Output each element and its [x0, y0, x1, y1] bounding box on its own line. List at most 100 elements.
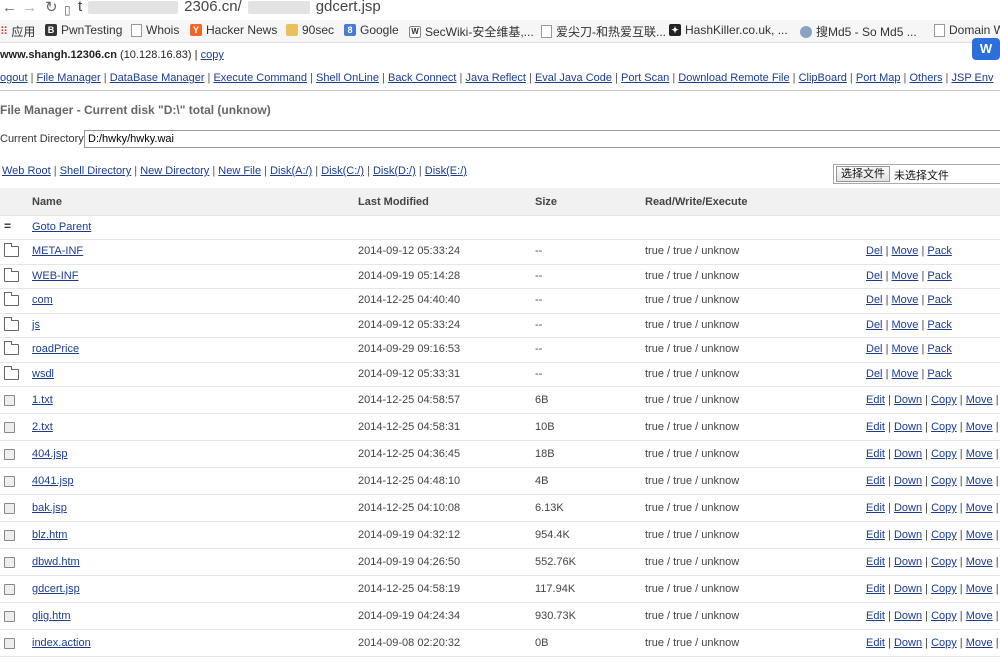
action-copy-link[interactable]: Copy — [931, 502, 957, 514]
action-edit-link[interactable]: Edit — [866, 475, 885, 487]
folder-name-link[interactable]: WEB-INF — [32, 270, 78, 282]
action-pack-link[interactable]: Pack — [927, 245, 951, 257]
action-edit-link[interactable]: Edit — [866, 394, 885, 406]
action-edit-link[interactable]: Edit — [866, 556, 885, 568]
menu-file-manager[interactable]: File Manager — [37, 72, 101, 84]
action-edit-link[interactable]: Edit — [866, 583, 885, 595]
bookmark-somd5[interactable]: 搜Md5 - So Md5 ... — [800, 23, 917, 40]
action-move-link[interactable]: Move — [966, 421, 993, 433]
action-copy-link[interactable]: Copy — [931, 610, 957, 622]
disk-e-link[interactable]: Disk(E:/) — [425, 165, 467, 177]
action-edit-link[interactable]: Edit — [866, 502, 885, 514]
action-del-link[interactable]: Del — [866, 319, 883, 331]
back-arrow-icon[interactable]: ← — [2, 0, 17, 16]
file-name-link[interactable]: 404.jsp — [32, 448, 67, 460]
checkbox-icon[interactable] — [4, 611, 15, 625]
menu-eval-java-code[interactable]: Eval Java Code — [535, 72, 612, 84]
file-name-link[interactable]: glig.htm — [32, 610, 71, 622]
action-pack-link[interactable]: Pack — [927, 319, 951, 331]
file-name-link[interactable]: 2.txt — [32, 421, 53, 433]
menu-jsp-env[interactable]: JSP Env — [951, 72, 993, 84]
extension-icon[interactable]: W — [972, 38, 1000, 60]
current-directory-input[interactable] — [84, 130, 1000, 148]
bookmark-domain[interactable]: Domain W — [934, 23, 1000, 37]
checkbox-icon[interactable] — [4, 422, 15, 436]
file-upload-picker[interactable]: 选择文件 未选择文件 — [833, 164, 1000, 184]
action-move-link[interactable]: Move — [966, 637, 993, 649]
action-del-link[interactable]: Del — [866, 270, 883, 282]
menu-java-reflect[interactable]: Java Reflect — [465, 72, 526, 84]
menu-shell-online[interactable]: Shell OnLine — [316, 72, 379, 84]
action-del-link[interactable]: Del — [866, 245, 883, 257]
action-copy-link[interactable]: Copy — [931, 637, 957, 649]
bookmark-pwntesting[interactable]: B PwnTesting — [45, 23, 122, 37]
action-copy-link[interactable]: Copy — [931, 529, 957, 541]
menu-clipboard[interactable]: ClipBoard — [799, 72, 847, 84]
copy-link[interactable]: copy — [201, 49, 224, 61]
menu-database-manager[interactable]: DataBase Manager — [110, 72, 205, 84]
checkbox-icon[interactable] — [4, 638, 15, 652]
bookmark-google[interactable]: 8 Google — [344, 23, 399, 37]
folder-name-link[interactable]: com — [32, 294, 53, 306]
action-down-link[interactable]: Down — [894, 475, 922, 487]
shell-directory-link[interactable]: Shell Directory — [60, 165, 132, 177]
action-move-link[interactable]: Move — [892, 245, 919, 257]
action-del-link[interactable]: Del — [866, 368, 883, 380]
bookmark-hacker-news[interactable]: Y Hacker News — [190, 23, 277, 37]
url-field[interactable]: t 2306.cn/gdcert.jsp — [78, 0, 381, 15]
action-down-link[interactable]: Down — [894, 610, 922, 622]
bookmark-ijiandao[interactable]: 爱尖刀-和热爱互联... — [541, 23, 666, 40]
forward-arrow-icon[interactable]: → — [22, 0, 37, 16]
file-name-link[interactable]: 1.txt — [32, 394, 53, 406]
new-directory-link[interactable]: New Directory — [140, 165, 209, 177]
checkbox-icon[interactable] — [4, 395, 15, 409]
menu-others[interactable]: Others — [909, 72, 942, 84]
action-pack-link[interactable]: Pack — [927, 368, 951, 380]
action-down-link[interactable]: Down — [894, 637, 922, 649]
action-del-link[interactable]: Del — [866, 294, 883, 306]
bookmark-apps[interactable]: ⠿ 应用 — [0, 23, 35, 40]
action-edit-link[interactable]: Edit — [866, 448, 885, 460]
action-copy-link[interactable]: Copy — [931, 556, 957, 568]
checkbox-icon[interactable] — [4, 503, 15, 517]
action-move-link[interactable]: Move — [966, 583, 993, 595]
action-move-link[interactable]: Move — [966, 529, 993, 541]
action-move-link[interactable]: Move — [966, 475, 993, 487]
checkbox-icon[interactable] — [4, 584, 15, 598]
action-copy-link[interactable]: Copy — [931, 448, 957, 460]
action-copy-link[interactable]: Copy — [931, 583, 957, 595]
file-name-link[interactable]: 4041.jsp — [32, 475, 74, 487]
action-down-link[interactable]: Down — [894, 556, 922, 568]
action-copy-link[interactable]: Copy — [931, 475, 957, 487]
action-move-link[interactable]: Move — [966, 502, 993, 514]
folder-name-link[interactable]: wsdl — [32, 368, 54, 380]
action-pack-link[interactable]: Pack — [927, 294, 951, 306]
action-move-link[interactable]: Move — [892, 343, 919, 355]
new-file-link[interactable]: New File — [218, 165, 261, 177]
menu-port-map[interactable]: Port Map — [856, 72, 901, 84]
folder-name-link[interactable]: META-INF — [32, 245, 83, 257]
header-name[interactable]: Name — [32, 196, 62, 208]
header-size[interactable]: Size — [535, 196, 557, 208]
action-move-link[interactable]: Move — [966, 448, 993, 460]
action-move-link[interactable]: Move — [892, 319, 919, 331]
reload-icon[interactable]: ↻ — [45, 0, 58, 16]
bookmark-90sec[interactable]: 90sec — [286, 23, 334, 37]
action-del-link[interactable]: Del — [866, 343, 883, 355]
file-name-link[interactable]: bak.jsp — [32, 502, 67, 514]
action-down-link[interactable]: Down — [894, 421, 922, 433]
file-name-link[interactable]: index.action — [32, 637, 91, 649]
menu-download-remote-file[interactable]: Download Remote File — [678, 72, 789, 84]
checkbox-icon[interactable] — [4, 476, 15, 490]
disk-c-link[interactable]: Disk(C:/) — [321, 165, 364, 177]
folder-name-link[interactable]: js — [32, 319, 40, 331]
bookmark-whois[interactable]: Whois — [131, 23, 179, 37]
bookmark-hashkiller[interactable]: ✦ HashKiller.co.uk, ... — [669, 23, 788, 37]
action-copy-link[interactable]: Copy — [931, 394, 957, 406]
action-move-link[interactable]: Move — [966, 610, 993, 622]
action-move-link[interactable]: Move — [966, 556, 993, 568]
action-move-link[interactable]: Move — [892, 270, 919, 282]
action-down-link[interactable]: Down — [894, 502, 922, 514]
action-move-link[interactable]: Move — [966, 394, 993, 406]
action-edit-link[interactable]: Edit — [866, 610, 885, 622]
